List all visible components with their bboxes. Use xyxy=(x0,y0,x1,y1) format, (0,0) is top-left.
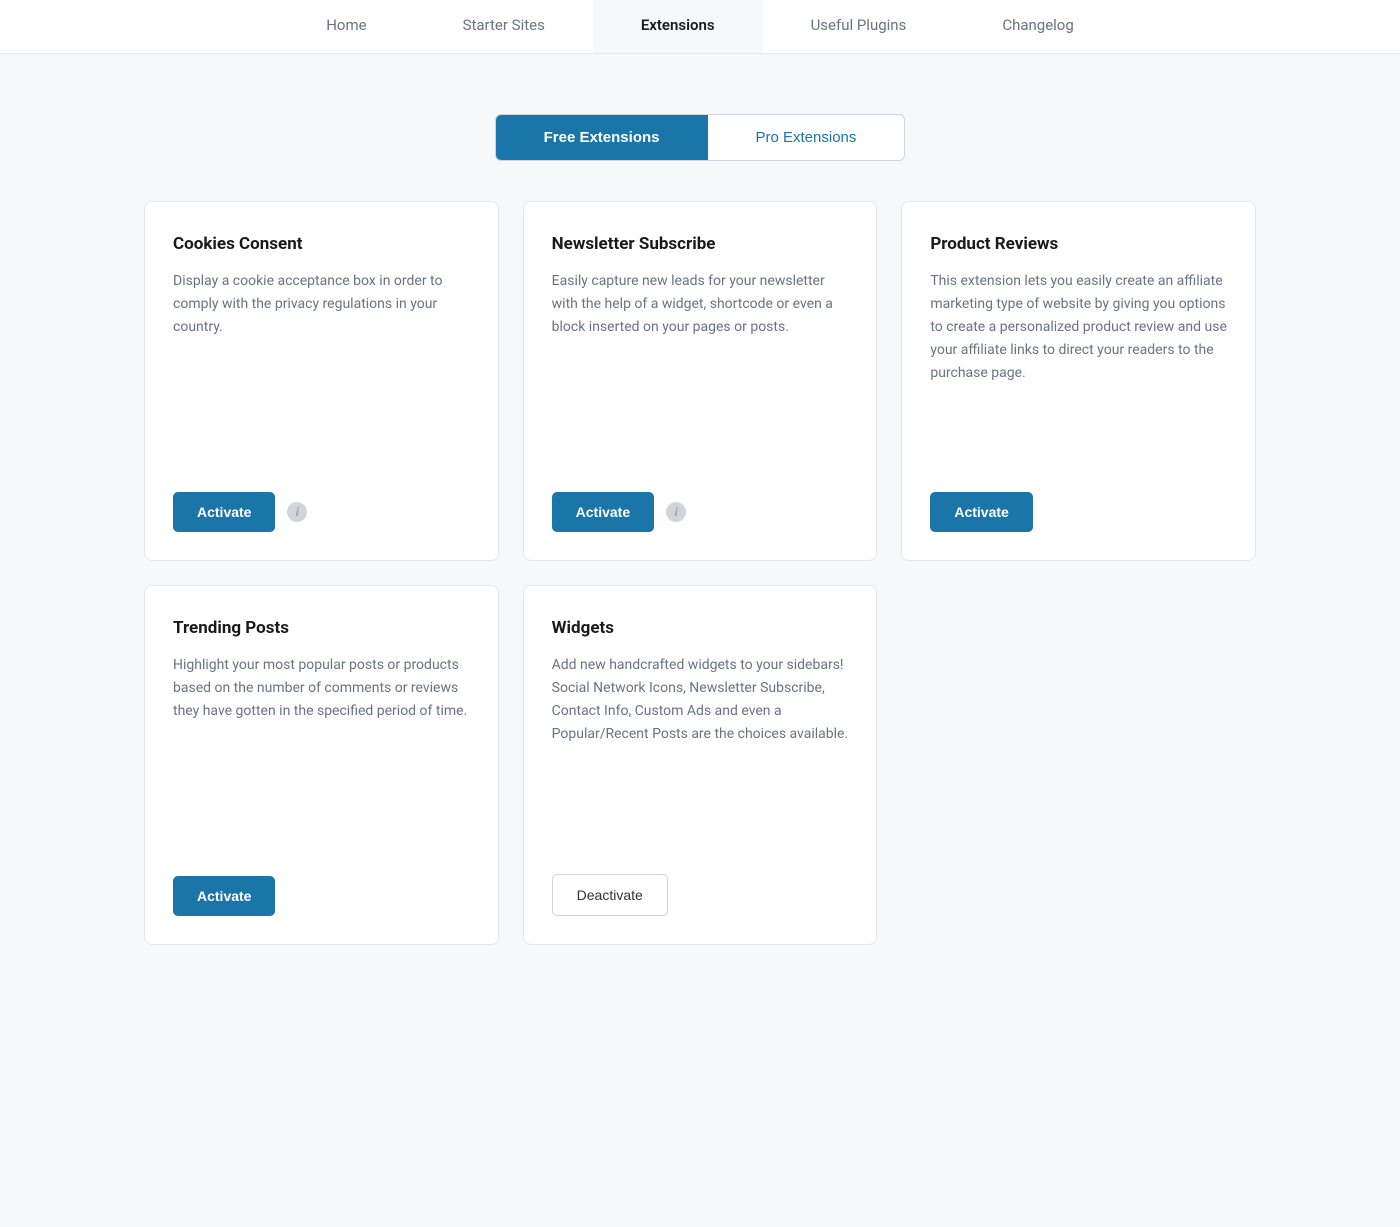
tab-toggle-container: Free Extensions Pro Extensions xyxy=(0,114,1400,161)
card-body-trending-posts: Trending Posts Highlight your most popul… xyxy=(145,586,498,860)
activate-button-cookies-consent[interactable]: Activate xyxy=(173,492,275,532)
empty-card-slot xyxy=(901,585,1256,945)
card-body-newsletter-subscribe: Newsletter Subscribe Easily capture new … xyxy=(524,202,877,476)
card-footer-newsletter-subscribe: Activate i xyxy=(524,476,877,560)
card-title-product-reviews: Product Reviews xyxy=(930,234,1227,254)
card-footer-trending-posts: Activate xyxy=(145,860,498,944)
card-description-cookies-consent: Display a cookie acceptance box in order… xyxy=(173,270,470,339)
nav-item-starter-sites[interactable]: Starter Sites xyxy=(415,0,593,53)
activate-button-newsletter-subscribe[interactable]: Activate xyxy=(552,492,654,532)
tab-toggle: Free Extensions Pro Extensions xyxy=(495,114,906,161)
top-navigation: Home Starter Sites Extensions Useful Plu… xyxy=(0,0,1400,54)
deactivate-button-widgets[interactable]: Deactivate xyxy=(552,874,668,916)
card-title-newsletter-subscribe: Newsletter Subscribe xyxy=(552,234,849,254)
extensions-row-2: Trending Posts Highlight your most popul… xyxy=(144,585,1256,945)
info-icon-newsletter-subscribe[interactable]: i xyxy=(666,502,686,522)
card-description-trending-posts: Highlight your most popular posts or pro… xyxy=(173,654,470,723)
extensions-grid: Cookies Consent Display a cookie accepta… xyxy=(120,201,1280,945)
activate-button-trending-posts[interactable]: Activate xyxy=(173,876,275,916)
card-title-trending-posts: Trending Posts xyxy=(173,618,470,638)
extension-card-trending-posts: Trending Posts Highlight your most popul… xyxy=(144,585,499,945)
card-footer-cookies-consent: Activate i xyxy=(145,476,498,560)
extension-card-product-reviews: Product Reviews This extension lets you … xyxy=(901,201,1256,561)
card-description-newsletter-subscribe: Easily capture new leads for your newsle… xyxy=(552,270,849,339)
extensions-row-1: Cookies Consent Display a cookie accepta… xyxy=(144,201,1256,561)
card-footer-product-reviews: Activate xyxy=(902,476,1255,560)
card-footer-widgets: Deactivate xyxy=(524,858,877,944)
card-body-cookies-consent: Cookies Consent Display a cookie accepta… xyxy=(145,202,498,476)
card-description-widgets: Add new handcrafted widgets to your side… xyxy=(552,654,849,746)
nav-item-home[interactable]: Home xyxy=(278,0,414,53)
card-title-cookies-consent: Cookies Consent xyxy=(173,234,470,254)
activate-button-product-reviews[interactable]: Activate xyxy=(930,492,1032,532)
info-icon-cookies-consent[interactable]: i xyxy=(287,502,307,522)
nav-item-extensions[interactable]: Extensions xyxy=(593,0,763,53)
nav-item-changelog[interactable]: Changelog xyxy=(954,0,1121,53)
extension-card-widgets: Widgets Add new handcrafted widgets to y… xyxy=(523,585,878,945)
card-description-product-reviews: This extension lets you easily create an… xyxy=(930,270,1227,385)
card-title-widgets: Widgets xyxy=(552,618,849,638)
extension-card-cookies-consent: Cookies Consent Display a cookie accepta… xyxy=(144,201,499,561)
tab-pro-extensions[interactable]: Pro Extensions xyxy=(708,115,905,160)
nav-item-useful-plugins[interactable]: Useful Plugins xyxy=(763,0,955,53)
card-body-product-reviews: Product Reviews This extension lets you … xyxy=(902,202,1255,476)
tab-free-extensions[interactable]: Free Extensions xyxy=(496,115,708,160)
extension-card-newsletter-subscribe: Newsletter Subscribe Easily capture new … xyxy=(523,201,878,561)
card-body-widgets: Widgets Add new handcrafted widgets to y… xyxy=(524,586,877,858)
